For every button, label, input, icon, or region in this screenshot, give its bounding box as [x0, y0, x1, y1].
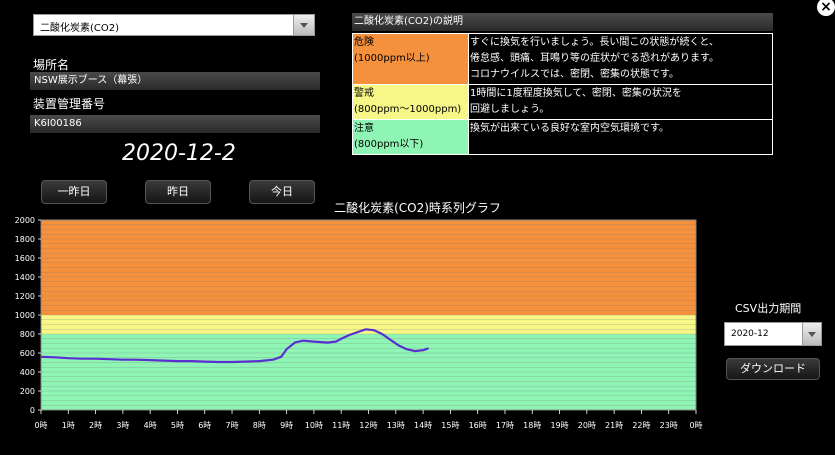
x-tick-label: 2時	[89, 421, 102, 430]
x-tick-label: 0時	[34, 421, 47, 430]
y-tick-label: 1800	[15, 235, 35, 244]
x-tick-label: 19時	[550, 421, 568, 430]
x-tick-label: 23時	[660, 421, 678, 430]
x-tick-label: 22時	[632, 421, 650, 430]
x-tick-label: 21時	[605, 421, 623, 430]
x-tick-label: 9時	[280, 421, 293, 430]
y-tick-label: 1600	[15, 254, 35, 263]
x-tick-label: 15時	[441, 421, 459, 430]
legend-desc-line: 1時間に1度程度換気して、密閉、密集の状況を	[470, 88, 682, 99]
y-tick-label: 400	[20, 368, 35, 377]
csv-period-value: 2020-12	[731, 329, 769, 339]
legend-desc-cell: すぐに換気を行いましょう。長い間この状態が続くと、 倦怠感、頭痛、耳鳴り等の症状…	[468, 33, 773, 85]
device-value: K6I00186	[30, 115, 320, 133]
sensor-select[interactable]: 二酸化炭素(CO2)	[33, 14, 315, 36]
csv-period-label: CSV出力期間	[735, 302, 802, 315]
x-tick-label: 11時	[332, 421, 350, 430]
legend-range: (800ppm以下)	[354, 139, 424, 150]
x-tick-label: 8時	[253, 421, 266, 430]
legend-desc-line: すぐに換気を行いましょう。長い間この状態が続くと、	[470, 37, 719, 48]
y-tick-label: 1400	[15, 273, 35, 282]
legend-header: 二酸化炭素(CO2)の説明	[352, 13, 773, 31]
legend-level-cell: 注意 (800ppm以下)	[352, 119, 469, 155]
legend-row-danger: 危険 (1000ppm以上) すぐに換気を行いましょう。長い間この状態が続くと、…	[352, 33, 773, 85]
location-label: 場所名	[33, 58, 70, 72]
x-tick-label: 12時	[359, 421, 377, 430]
y-tick-label: 1000	[15, 311, 35, 320]
y-tick-label: 2000	[15, 216, 35, 225]
legend-row-caution: 注意 (800ppm以下) 換気が出来ている良好な室内空気環境です。	[352, 119, 773, 155]
x-tick-label: 6時	[198, 421, 211, 430]
y-tick-label: 600	[20, 349, 35, 358]
csv-period-select[interactable]: 2020-12	[724, 322, 822, 346]
x-tick-label: 10時	[305, 421, 323, 430]
co2-chart: 0 200 400 600 800 1000 1200 1400 1600 1800 2000 0時 1…	[15, 216, 703, 430]
location-value: NSW展示ブース（幕張）	[30, 72, 320, 90]
x-tick-label: 17時	[496, 421, 514, 430]
x-tick-label: 18時	[523, 421, 541, 430]
legend-desc-cell: 1時間に1度程度換気して、密閉、密集の状況を 回避しましょう。	[468, 84, 773, 120]
x-tick-label: 7時	[225, 421, 238, 430]
x-tick-label: 1時	[62, 421, 75, 430]
sensor-select-value: 二酸化炭素(CO2)	[40, 23, 120, 34]
chevron-down-icon[interactable]	[802, 323, 821, 345]
chevron-down-icon[interactable]	[293, 15, 314, 35]
x-tick-label: 13時	[387, 421, 405, 430]
legend-desc-line: 換気が出来ている良好な室内空気環境です。	[470, 123, 669, 134]
x-tick-label: 4時	[144, 421, 157, 430]
legend-desc-line: 倦怠感、頭痛、耳鳴り等の症状がでる恐れがあります。	[470, 53, 719, 64]
legend-desc-line: 回避しましょう。	[470, 104, 550, 115]
legend-level: 注意	[354, 123, 374, 134]
legend-range: (800ppm～1000ppm)	[354, 104, 462, 115]
y-tick-label: 800	[20, 330, 35, 339]
device-label: 装置管理番号	[33, 97, 106, 111]
x-tick-label: 5時	[171, 421, 184, 430]
y-tick-label: 200	[20, 387, 35, 396]
legend-level: 危険	[354, 37, 374, 48]
legend-level-cell: 警戒 (800ppm～1000ppm)	[352, 84, 469, 120]
x-tick-label: 20時	[578, 421, 596, 430]
legend-level-cell: 危険 (1000ppm以上)	[352, 33, 469, 85]
x-tick-label: 14時	[414, 421, 432, 430]
legend-desc-cell: 換気が出来ている良好な室内空気環境です。	[468, 119, 773, 155]
download-button[interactable]: ダウンロード	[726, 358, 820, 380]
close-icon[interactable]: ×	[815, 0, 835, 18]
y-tick-label: 0	[30, 406, 35, 415]
legend-table: 危険 (1000ppm以上) すぐに換気を行いましょう。長い間この状態が続くと、…	[352, 33, 773, 155]
legend-range: (1000ppm以上)	[354, 53, 430, 64]
x-tick-label: 3時	[116, 421, 129, 430]
x-tick-label: 16時	[469, 421, 487, 430]
y-tick-label: 1200	[15, 292, 35, 301]
x-tick-label: 0時	[689, 421, 702, 430]
date-display: 2020-12-2	[122, 141, 236, 166]
legend-desc-line: コロナウイルスでは、密閉、密集の状態です。	[470, 69, 679, 80]
legend-row-warning: 警戒 (800ppm～1000ppm) 1時間に1度程度換気して、密閉、密集の状…	[352, 84, 773, 120]
legend-level: 警戒	[354, 88, 374, 99]
